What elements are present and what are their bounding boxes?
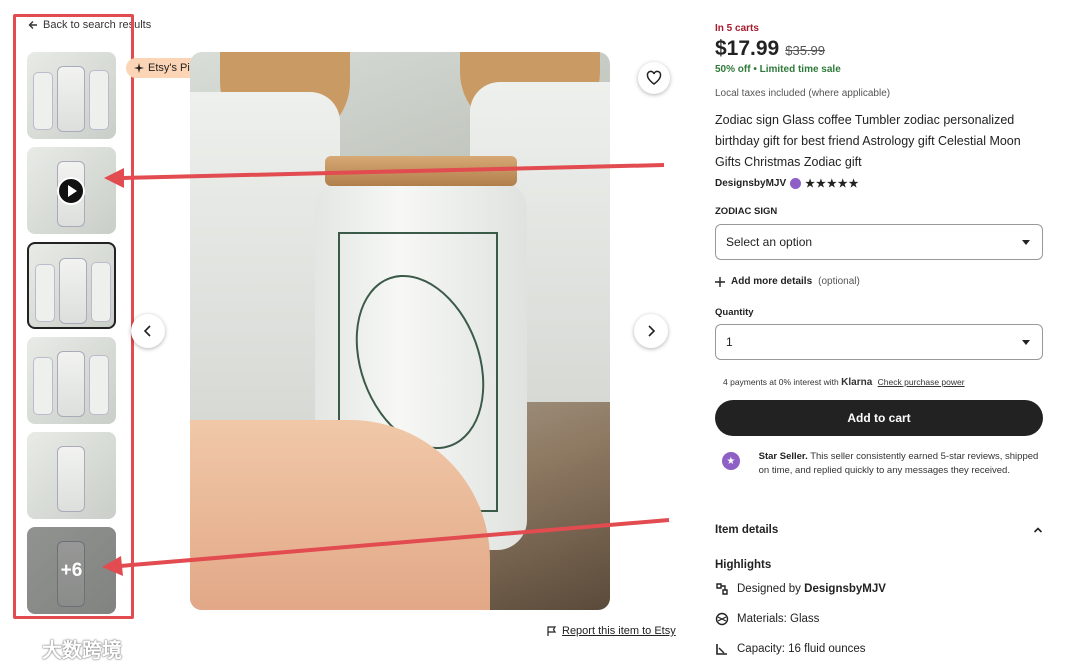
klarna-text: 4 payments at 0% interest with <box>723 377 839 387</box>
zodiac-label: ZODIAC SIGN <box>715 206 778 217</box>
annotation-arrowhead <box>104 168 124 188</box>
item-details-toggle[interactable]: Item details <box>715 524 1043 536</box>
klarna-brand: Klarna <box>841 377 873 388</box>
capacity-icon <box>716 644 727 655</box>
annotation-arrow-line <box>121 163 665 180</box>
add-more-optional: (optional) <box>818 276 860 287</box>
zodiac-select[interactable]: Select an option <box>715 224 1043 260</box>
materials-text: Materials: Glass <box>737 613 820 625</box>
carts-count: In 5 carts <box>715 23 759 34</box>
add-to-cart-button[interactable]: Add to cart <box>715 400 1043 436</box>
star-seller-text: Star Seller. This seller consistently ea… <box>759 450 1045 478</box>
klarna-link[interactable]: Check purchase power <box>878 377 965 387</box>
design-tool-icon <box>716 583 728 595</box>
materials-icon <box>715 612 729 626</box>
caret-down-icon <box>1022 339 1030 345</box>
annotation-arrow-line <box>119 518 670 568</box>
star-seller-badge-icon <box>790 178 802 189</box>
highlights-heading: Highlights <box>715 559 772 571</box>
quantity-label: Quantity <box>715 307 754 318</box>
designed-by-text: Designed by DesignsbyMJV <box>737 583 886 595</box>
highlight-designed-by: Designed by DesignsbyMJV <box>715 582 886 596</box>
star-seller-icon: ★ <box>715 450 747 472</box>
item-details-header: Item details <box>715 524 779 536</box>
designed-by-prefix: Designed by <box>737 583 801 595</box>
watermark-text: 大数跨境 <box>42 640 122 662</box>
rating-stars[interactable]: ★★★★★ <box>805 177 859 190</box>
chevron-up-icon <box>1033 527 1043 533</box>
zodiac-select-value: Select an option <box>726 235 813 249</box>
add-more-label: Add more details <box>731 276 813 287</box>
price-block: $17.99 $35.99 <box>715 37 825 61</box>
sale-price: $17.99 <box>715 37 780 60</box>
star-seller-info: ★ Star Seller. This seller consistently … <box>715 450 1045 478</box>
capacity-text: Capacity: 16 fluid ounces <box>737 643 866 655</box>
designed-by-name[interactable]: DesignsbyMJV <box>804 583 886 595</box>
annotation-arrowhead <box>102 556 123 576</box>
original-price: $35.99 <box>785 43 825 58</box>
quantity-select[interactable]: 1 <box>715 324 1043 360</box>
star-seller-title: Star Seller. <box>758 451 808 462</box>
tax-note: Local taxes included (where applicable) <box>715 88 891 99</box>
seller-row: DesignsbyMJV ★★★★★ <box>715 177 859 190</box>
quantity-value: 1 <box>726 335 733 349</box>
highlight-capacity: Capacity: 16 fluid ounces <box>715 642 866 656</box>
product-title: Zodiac sign Glass coffee Tumbler zodiac … <box>715 113 1021 169</box>
sale-info: 50% off • Limited time sale <box>715 64 841 75</box>
seller-name-link[interactable]: DesignsbyMJV <box>715 178 786 189</box>
klarna-info: 4 payments at 0% interest with Klarna Ch… <box>723 377 965 388</box>
product-page: Back to search results +6 Etsy's Pick PI… <box>0 0 1080 669</box>
add-more-details-button[interactable]: Add more details (optional) <box>715 276 860 287</box>
sale-text: Limited time sale <box>759 64 841 75</box>
watermark: 大数跨境 <box>10 634 122 663</box>
highlight-materials: Materials: Glass <box>715 612 819 626</box>
watermark-logo-icon <box>10 640 38 657</box>
discount-text: 50% off <box>715 64 751 75</box>
plus-icon <box>715 276 725 287</box>
caret-down-icon <box>1022 239 1030 245</box>
